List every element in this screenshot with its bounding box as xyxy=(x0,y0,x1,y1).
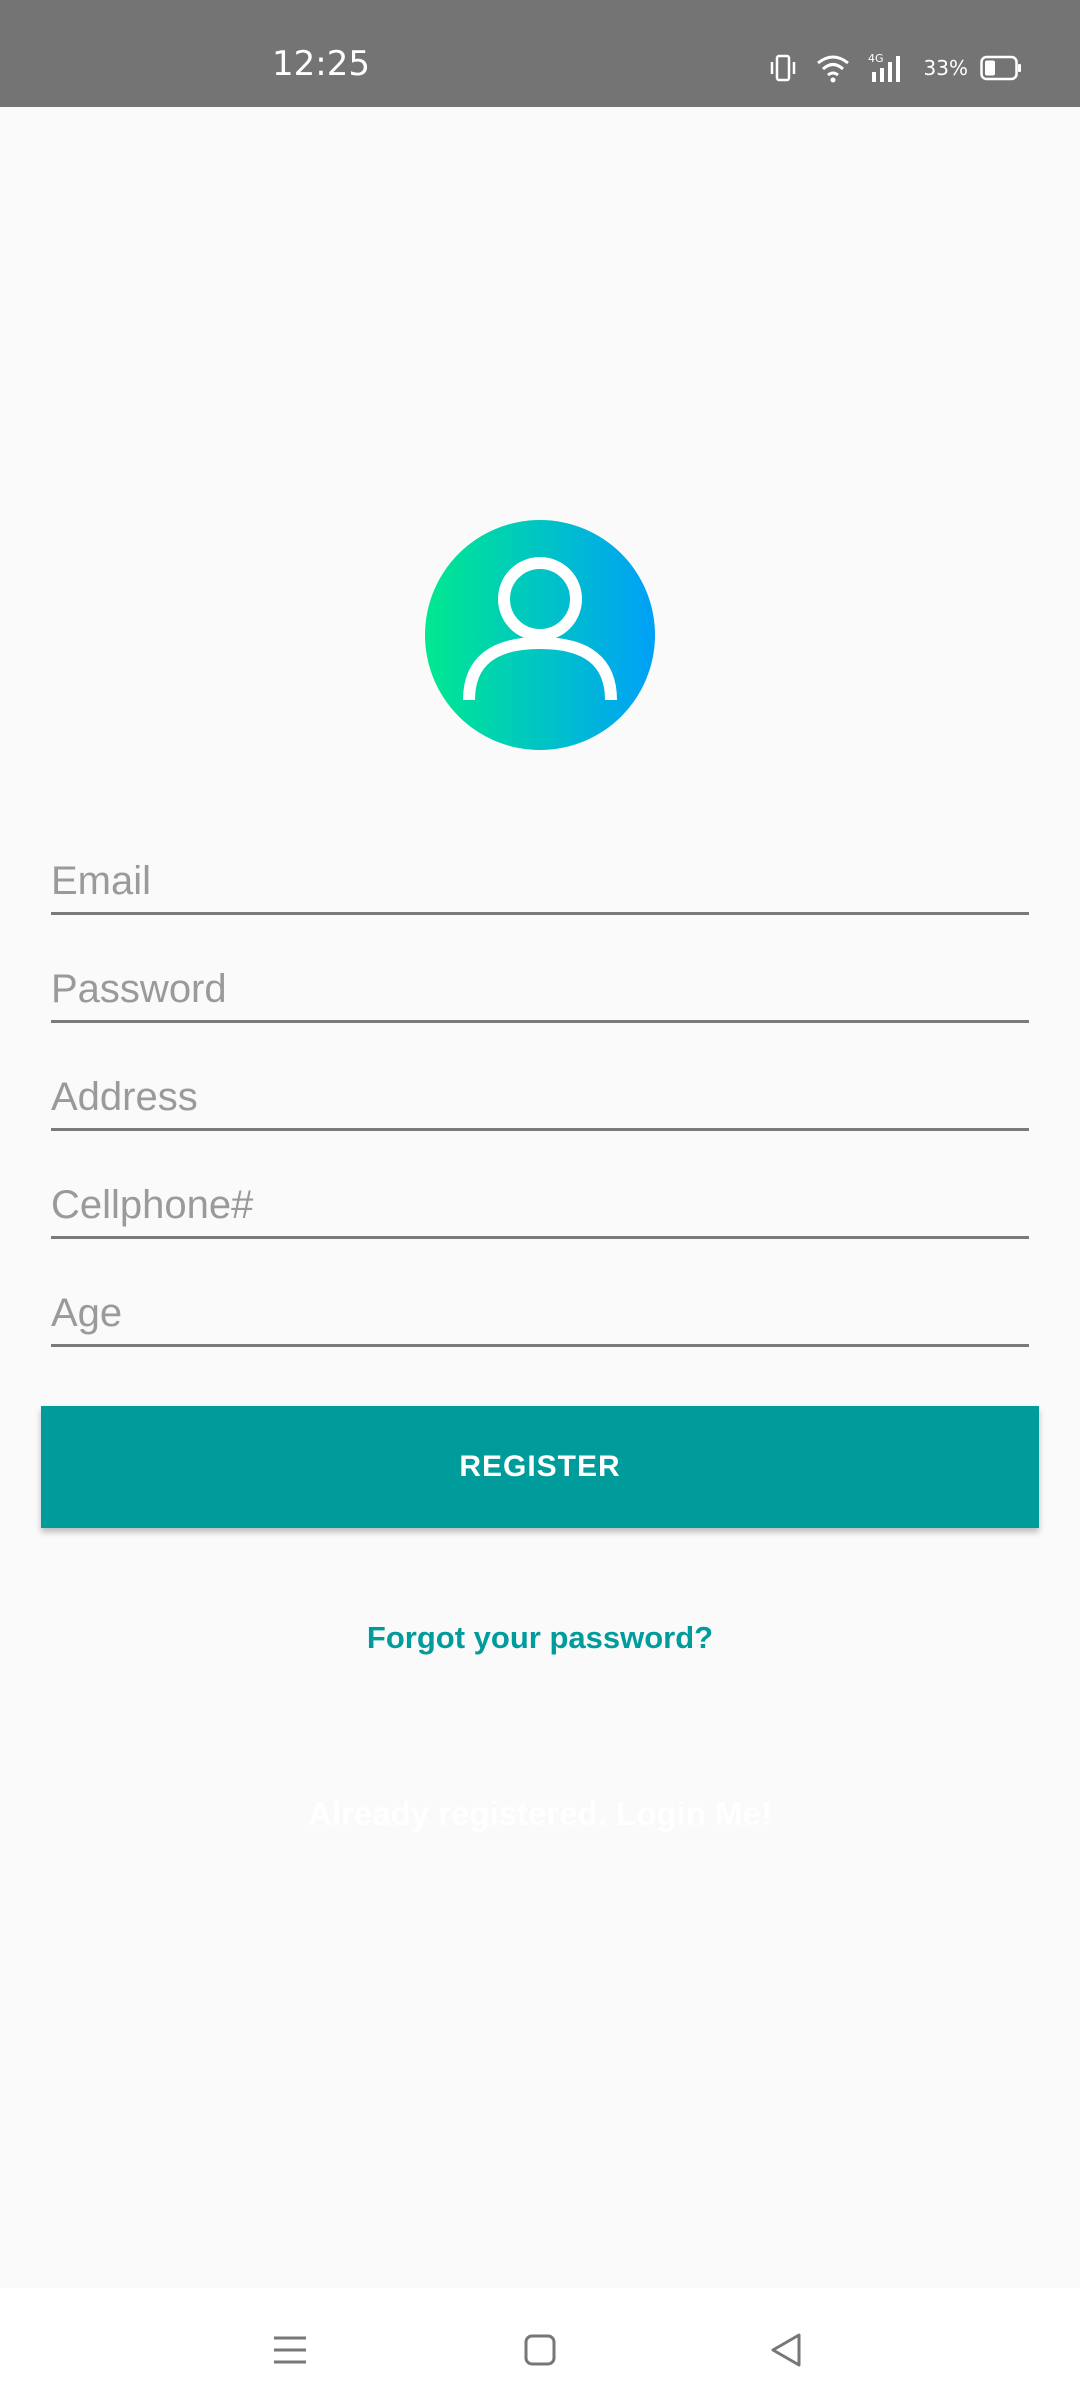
password-field[interactable] xyxy=(51,956,1029,1023)
age-input[interactable] xyxy=(51,1291,1029,1336)
address-input[interactable] xyxy=(51,1075,1029,1120)
email-field[interactable] xyxy=(51,848,1029,915)
user-avatar-icon xyxy=(425,520,655,750)
navigation-bar xyxy=(0,2288,1080,2400)
menu-icon[interactable] xyxy=(260,2320,320,2380)
signal-4g-icon: 4G xyxy=(868,52,906,84)
vibrate-icon xyxy=(768,53,798,83)
address-field[interactable] xyxy=(51,1064,1029,1131)
battery-icon xyxy=(980,55,1022,81)
status-time: 12:25 xyxy=(272,44,370,84)
cellphone-field[interactable] xyxy=(51,1172,1029,1239)
email-input[interactable] xyxy=(51,859,1029,904)
home-icon[interactable] xyxy=(510,2320,570,2380)
password-input[interactable] xyxy=(51,967,1029,1012)
back-icon[interactable] xyxy=(756,2320,816,2380)
status-bar: 12:25 4G 33% xyxy=(0,0,1080,107)
status-icons: 4G 33% xyxy=(768,48,1022,88)
login-link[interactable]: Already registered. Login Me! xyxy=(0,1795,1080,1833)
forgot-password-link[interactable]: Forgot your password? xyxy=(0,1620,1080,1656)
age-field[interactable] xyxy=(51,1280,1029,1347)
wifi-icon xyxy=(816,53,850,83)
battery-percent: 33% xyxy=(923,56,968,80)
network-label: 4G xyxy=(868,52,884,65)
cellphone-input[interactable] xyxy=(51,1183,1029,1228)
register-button[interactable]: REGISTER xyxy=(41,1406,1039,1528)
